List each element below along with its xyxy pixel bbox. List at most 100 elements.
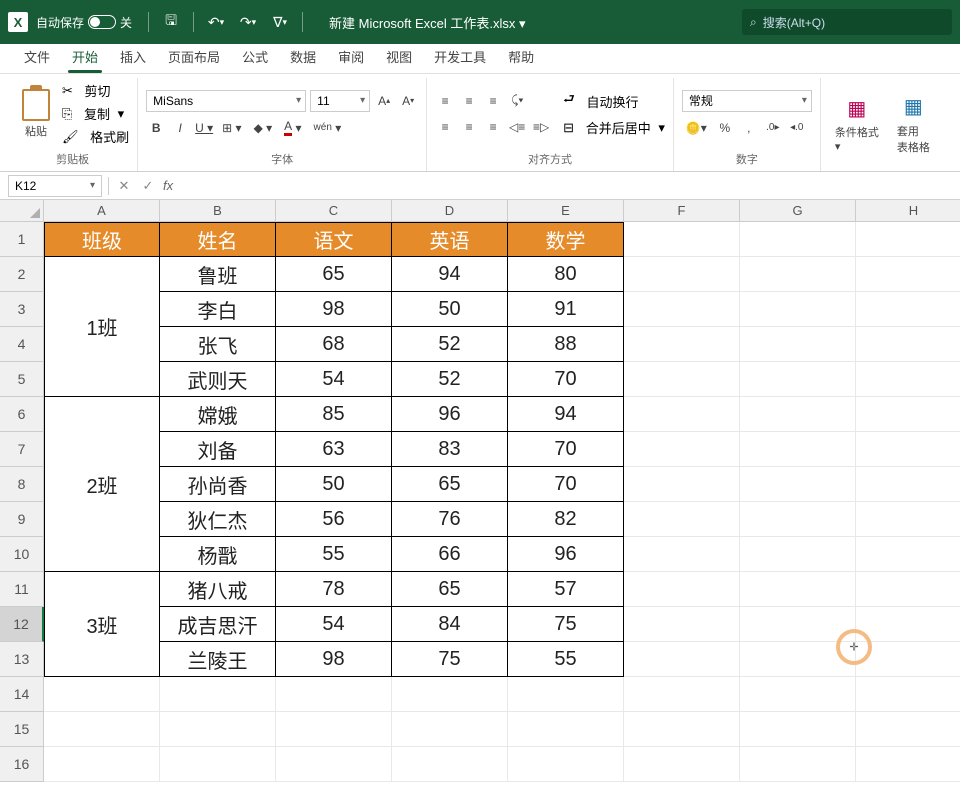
align-right-icon[interactable]: ≡ <box>483 117 503 137</box>
cell[interactable] <box>508 677 624 712</box>
cell[interactable] <box>392 747 508 782</box>
row-header[interactable]: 11 <box>0 572 44 607</box>
bold-button[interactable]: B <box>146 118 166 138</box>
cell[interactable]: 55 <box>508 642 624 677</box>
cell[interactable]: 杨戬 <box>160 537 276 572</box>
cell[interactable] <box>624 327 740 362</box>
save-icon[interactable]: 🖫 <box>159 10 183 34</box>
cell[interactable] <box>856 502 960 537</box>
cell[interactable]: 猪八戒 <box>160 572 276 607</box>
column-header[interactable]: G <box>740 200 856 222</box>
cell[interactable]: 鲁班 <box>160 257 276 292</box>
merged-class-cell[interactable]: 3班 <box>44 572 160 677</box>
cancel-formula-icon[interactable]: ✕ <box>115 178 133 194</box>
cell[interactable]: 83 <box>392 432 508 467</box>
orientation-icon[interactable]: ⤹▾ <box>507 91 527 111</box>
cell[interactable] <box>624 292 740 327</box>
cell[interactable]: 78 <box>276 572 392 607</box>
cell[interactable]: 张飞 <box>160 327 276 362</box>
row-header[interactable]: 1 <box>0 222 44 257</box>
cell[interactable]: 50 <box>392 292 508 327</box>
column-header[interactable]: F <box>624 200 740 222</box>
cell[interactable]: 数学 <box>508 222 624 257</box>
column-header[interactable]: A <box>44 200 160 222</box>
cell[interactable]: 57 <box>508 572 624 607</box>
name-box[interactable]: K12 <box>8 175 102 197</box>
row-header[interactable]: 13 <box>0 642 44 677</box>
cell[interactable]: 96 <box>392 397 508 432</box>
cell[interactable]: 英语 <box>392 222 508 257</box>
column-header[interactable]: E <box>508 200 624 222</box>
cell[interactable] <box>624 502 740 537</box>
column-header[interactable]: H <box>856 200 960 222</box>
cell[interactable] <box>508 712 624 747</box>
select-all-corner[interactable] <box>0 200 44 222</box>
row-header[interactable]: 3 <box>0 292 44 327</box>
cell[interactable]: 52 <box>392 327 508 362</box>
tab-help[interactable]: 帮助 <box>498 41 544 73</box>
decrease-font-icon[interactable]: A▾ <box>398 91 418 111</box>
cell[interactable]: 94 <box>508 397 624 432</box>
cell[interactable]: 75 <box>508 607 624 642</box>
formula-input[interactable] <box>179 178 952 193</box>
cell[interactable]: 84 <box>392 607 508 642</box>
tab-data[interactable]: 数据 <box>280 41 326 73</box>
cell[interactable]: 兰陵王 <box>160 642 276 677</box>
cell[interactable] <box>856 677 960 712</box>
row-header[interactable]: 8 <box>0 467 44 502</box>
cell[interactable]: 96 <box>508 537 624 572</box>
cell[interactable]: 李白 <box>160 292 276 327</box>
cell[interactable] <box>740 467 856 502</box>
cell[interactable] <box>44 712 160 747</box>
cell[interactable] <box>276 747 392 782</box>
cell[interactable] <box>856 397 960 432</box>
cell[interactable]: 54 <box>276 607 392 642</box>
cell[interactable]: 狄仁杰 <box>160 502 276 537</box>
column-header[interactable]: D <box>392 200 508 222</box>
cell[interactable] <box>624 257 740 292</box>
currency-icon[interactable]: 🪙▾ <box>682 118 711 138</box>
cell[interactable] <box>740 712 856 747</box>
autosave-toggle[interactable]: 自动保存 关 <box>36 14 132 31</box>
cell[interactable] <box>160 677 276 712</box>
row-header[interactable]: 14 <box>0 677 44 712</box>
cell[interactable]: 98 <box>276 642 392 677</box>
cell[interactable]: 63 <box>276 432 392 467</box>
cell[interactable] <box>624 747 740 782</box>
cell[interactable] <box>392 677 508 712</box>
cell[interactable] <box>160 747 276 782</box>
cell[interactable]: 56 <box>276 502 392 537</box>
row-header[interactable]: 4 <box>0 327 44 362</box>
cell[interactable]: 55 <box>276 537 392 572</box>
cell[interactable] <box>740 327 856 362</box>
cell[interactable] <box>624 677 740 712</box>
font-color-button[interactable]: A ▾ <box>280 118 305 138</box>
cell[interactable]: 刘备 <box>160 432 276 467</box>
row-header[interactable]: 12 <box>0 607 44 642</box>
merged-class-cell[interactable]: 1班 <box>44 257 160 397</box>
cell[interactable]: 70 <box>508 362 624 397</box>
cell[interactable] <box>160 712 276 747</box>
accept-formula-icon[interactable]: ✓ <box>139 178 157 194</box>
cell[interactable]: 武则天 <box>160 362 276 397</box>
cell[interactable] <box>624 642 740 677</box>
phonetic-button[interactable]: wén ▾ <box>310 118 346 138</box>
border-button[interactable]: ⊞ ▾ <box>218 118 245 138</box>
increase-font-icon[interactable]: A▴ <box>374 91 394 111</box>
cell[interactable] <box>740 642 856 677</box>
row-header[interactable]: 5 <box>0 362 44 397</box>
tab-formulas[interactable]: 公式 <box>232 41 278 73</box>
cell[interactable] <box>740 537 856 572</box>
cell[interactable]: 82 <box>508 502 624 537</box>
decrease-indent-icon[interactable]: ◁≡ <box>507 117 527 137</box>
tab-file[interactable]: 文件 <box>14 41 60 73</box>
cell[interactable] <box>856 537 960 572</box>
align-left-icon[interactable]: ≡ <box>435 117 455 137</box>
cell[interactable]: 嫦娥 <box>160 397 276 432</box>
cell[interactable]: 50 <box>276 467 392 502</box>
filter-icon[interactable]: ∇▾ <box>268 10 292 34</box>
format-painter-button[interactable]: 🖌 格式刷 <box>62 127 129 146</box>
cell[interactable] <box>276 712 392 747</box>
cell[interactable]: 70 <box>508 467 624 502</box>
cell[interactable]: 76 <box>392 502 508 537</box>
